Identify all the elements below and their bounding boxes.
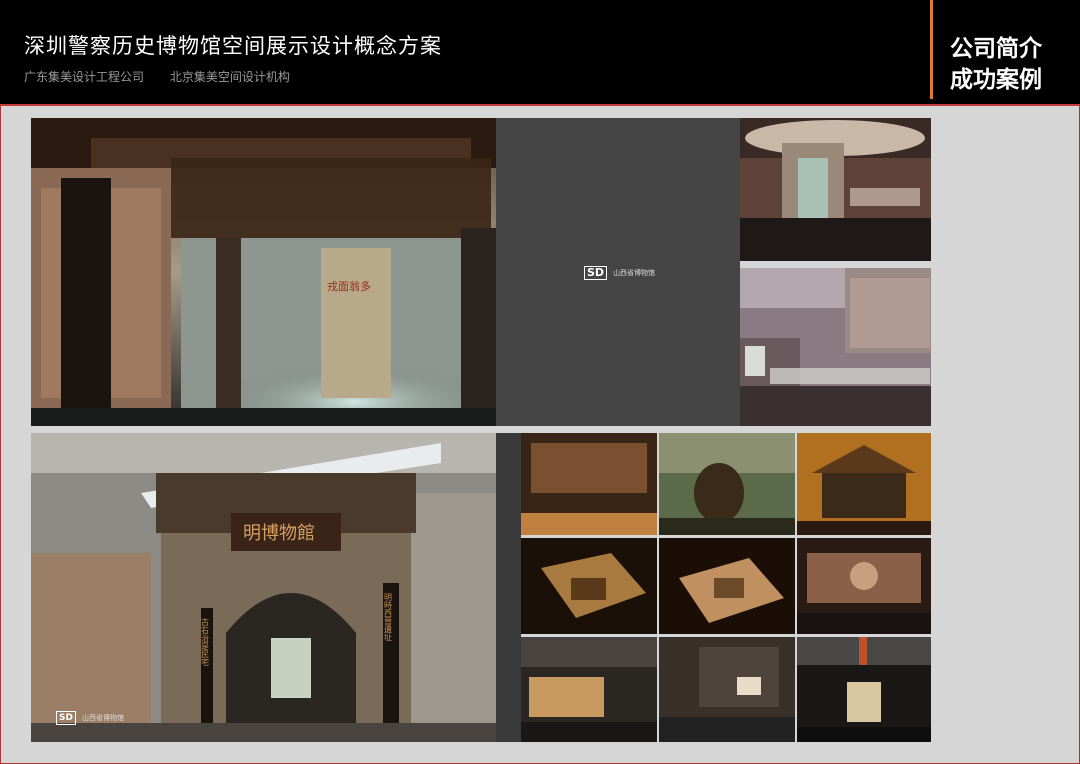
page-title: 深圳警察历史博物馆空间展示设计概念方案 xyxy=(24,34,442,58)
photo-museum-gate: 明博物館 古右治是民宅 明時西晉遺址 SD 山西省博物馆 xyxy=(31,433,496,742)
grid-photo-4 xyxy=(521,538,657,634)
grid-photo-1 xyxy=(521,433,657,535)
company-1: 广东集美设计工程公司 xyxy=(24,70,145,84)
wall-inscription: 戎面翁多 xyxy=(327,279,371,293)
photo-wooden-hall: 戎面翁多 xyxy=(31,118,496,426)
grid-photo-6 xyxy=(797,538,931,634)
company-2: 北京集美空间设计机构 xyxy=(169,70,290,84)
photo-logo: SD 山西省博物馆 xyxy=(56,711,124,725)
grid-photo-8 xyxy=(659,637,795,742)
gate-couplet-left: 古右治是民宅 xyxy=(201,617,210,666)
gallery-gap xyxy=(496,433,521,742)
sd-logo-text: 山西省博物馆 xyxy=(613,268,656,277)
photo-logo-mark: SD xyxy=(56,711,76,725)
grid-photo-7 xyxy=(521,637,657,742)
header-bar: 深圳警察历史博物馆空间展示设计概念方案 广东集美设计工程公司 北京集美空间设计机… xyxy=(0,0,1080,104)
grid-photo-3 xyxy=(797,433,931,535)
photo-rotunda xyxy=(740,118,931,261)
grid-photo-5 xyxy=(659,538,795,634)
company-names: 广东集美设计工程公司 北京集美空间设计机构 xyxy=(24,68,312,85)
accent-divider xyxy=(930,0,933,99)
gate-plaque: 明博物館 xyxy=(243,523,315,544)
museum-logo: SD 山西省博物馆 xyxy=(584,266,655,280)
photo-gallery-cases xyxy=(740,268,931,426)
gate-couplet-right: 明時西晉遺址 xyxy=(384,593,393,641)
photo-logo-text: 山西省博物馆 xyxy=(81,713,124,722)
section-label-line-1: 公司简介 xyxy=(950,36,1042,62)
section-label-line-2: 成功案例 xyxy=(950,67,1042,93)
sd-logo-mark: SD xyxy=(584,266,608,280)
section-label: 公司简介 成功案例 xyxy=(950,34,1042,96)
grid-photo-2 xyxy=(659,433,795,535)
grid-photo-9 xyxy=(797,637,931,742)
